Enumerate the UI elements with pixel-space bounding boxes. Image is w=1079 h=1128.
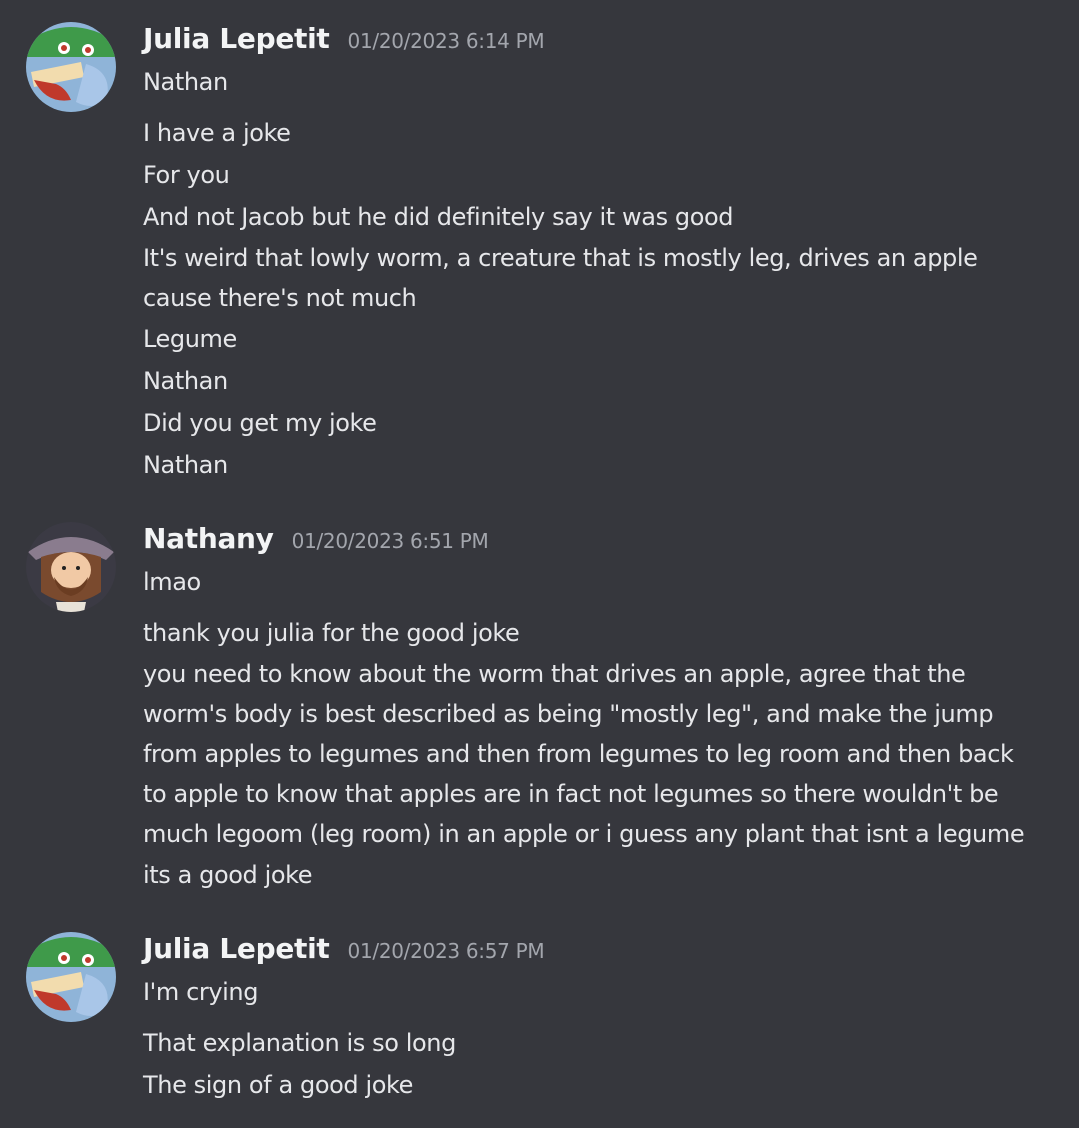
message-text: you need to know about the worm that dri… xyxy=(143,660,1025,848)
message-header: Julia Lepetit 01/20/2023 6:14 PM xyxy=(143,22,545,62)
message-header: Nathany 01/20/2023 6:51 PM xyxy=(143,522,489,562)
message-list: I'm crying That explanation is so long T… xyxy=(143,972,1043,1106)
message-text: Legume xyxy=(143,325,237,353)
julia-avatar-icon[interactable] xyxy=(26,932,116,1022)
message-text: thank you julia for the good joke xyxy=(143,619,520,647)
message-text: I have a joke xyxy=(143,119,291,147)
message-text: I'm crying xyxy=(143,978,259,1006)
julia-avatar-icon[interactable] xyxy=(26,22,116,112)
timestamp[interactable]: 01/20/2023 6:14 PM xyxy=(348,29,545,53)
message-text: lmao xyxy=(143,568,201,596)
message-text: That explanation is so long xyxy=(143,1029,456,1057)
message-text: For you xyxy=(143,161,230,189)
message-text: The sign of a good joke xyxy=(143,1071,414,1099)
message-list: lmao thank you julia for the good joke y… xyxy=(143,562,1043,896)
username[interactable]: Julia Lepetit xyxy=(143,932,330,965)
timestamp[interactable]: 01/20/2023 6:51 PM xyxy=(292,529,489,553)
nathany-avatar-icon[interactable] xyxy=(26,522,116,612)
username[interactable]: Nathany xyxy=(143,522,274,555)
message-text: Nathan xyxy=(143,367,228,395)
message-text: And not Jacob but he did definitely say … xyxy=(143,203,734,231)
timestamp[interactable]: 01/20/2023 6:57 PM xyxy=(348,939,545,963)
message-text: It's weird that lowly worm, a creature t… xyxy=(143,244,978,312)
message-header: Julia Lepetit 01/20/2023 6:57 PM xyxy=(143,932,545,972)
message-list: Nathan I have a joke For you And not Jac… xyxy=(143,62,1043,486)
chat-log: Julia Lepetit 01/20/2023 6:14 PM Nathan I… xyxy=(0,0,1079,1128)
message-text: Did you get my joke xyxy=(143,409,377,437)
message-text: its a good joke xyxy=(143,861,313,889)
message-text: Nathan xyxy=(143,68,228,96)
username[interactable]: Julia Lepetit xyxy=(143,22,330,55)
message-text: Nathan xyxy=(143,451,228,479)
